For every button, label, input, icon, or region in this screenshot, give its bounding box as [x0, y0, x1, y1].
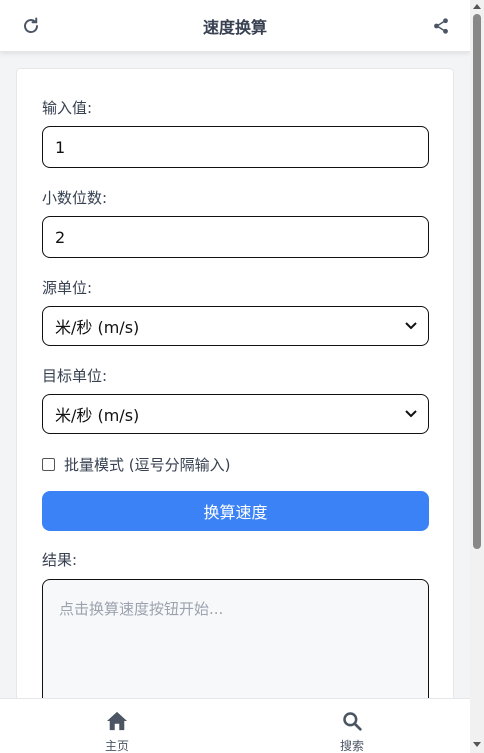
- input-value-field[interactable]: [42, 126, 429, 168]
- scroll-thumb[interactable]: [473, 14, 481, 549]
- source-unit-label: 源单位:: [42, 279, 93, 297]
- batch-mode-row[interactable]: 批量模式 (逗号分隔输入): [42, 454, 230, 475]
- page-title: 速度换算: [202, 17, 267, 37]
- source-unit-select[interactable]: 米/秒 (m/s): [42, 306, 429, 346]
- home-icon: [106, 711, 128, 735]
- tab-search[interactable]: 搜索: [322, 711, 382, 753]
- source-unit-value: 米/秒 (m/s): [55, 318, 140, 337]
- refresh-icon[interactable]: [20, 15, 42, 37]
- target-unit-select[interactable]: 米/秒 (m/s): [42, 394, 429, 434]
- share-icon[interactable]: [430, 15, 452, 37]
- result-placeholder: 点击换算速度按钮开始...: [59, 600, 224, 618]
- input-value-label: 输入值:: [42, 99, 93, 117]
- scroll-up-arrow-icon[interactable]: [473, 4, 481, 9]
- tab-home[interactable]: 主页: [87, 711, 147, 753]
- tab-search-label: 搜索: [339, 739, 364, 753]
- app-root: 速度换算 输入值: 小数位数: 源单位: 米/秒 (m/s) 目标单位: 米/秒…: [0, 0, 470, 753]
- target-unit-value: 米/秒 (m/s): [55, 406, 140, 425]
- decimals-field[interactable]: [42, 216, 429, 258]
- tab-home-label: 主页: [104, 739, 129, 753]
- result-label: 结果:: [42, 551, 78, 569]
- search-icon: [342, 711, 362, 735]
- page-scrollbar[interactable]: [470, 0, 484, 753]
- chevron-down-icon: [404, 319, 418, 333]
- converter-card: 输入值: 小数位数: 源单位: 米/秒 (m/s) 目标单位: 米/秒 (m/s…: [16, 68, 454, 753]
- batch-mode-checkbox[interactable]: [42, 458, 55, 471]
- convert-button[interactable]: 换算速度: [42, 491, 429, 531]
- bottom-tab-bar: 主页 搜索: [0, 698, 470, 753]
- scroll-down-arrow-icon[interactable]: [473, 742, 481, 747]
- target-unit-label: 目标单位:: [42, 367, 108, 385]
- decimals-label: 小数位数:: [42, 189, 108, 207]
- batch-mode-label: 批量模式 (逗号分隔输入): [64, 456, 231, 474]
- chevron-down-icon: [404, 407, 418, 421]
- top-header: 速度换算: [0, 0, 470, 52]
